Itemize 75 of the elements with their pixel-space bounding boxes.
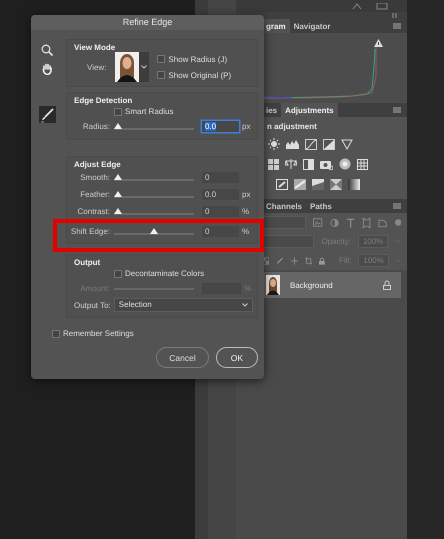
levels-icon[interactable] (286, 139, 299, 149)
remember-settings-checkbox[interactable]: Remember Settings (52, 329, 258, 338)
threshold-icon[interactable] (312, 178, 324, 190)
output-to-label: Output To: (74, 300, 111, 310)
toggle-dot-icon[interactable] (394, 219, 401, 226)
frame-icon[interactable] (376, 2, 388, 10)
slider-thumb[interactable] (114, 174, 122, 180)
panel-tab[interactable]: ies (262, 103, 282, 117)
slider-label: Smooth: (79, 173, 110, 182)
unit-label: px (242, 190, 251, 199)
unit-label: % (242, 207, 250, 216)
panel-tab[interactable]: Channels (262, 199, 306, 213)
value-field[interactable]: 0.0 (202, 189, 239, 200)
menu-icon[interactable] (393, 203, 401, 209)
posterize-icon[interactable] (294, 178, 306, 190)
checkbox-option[interactable]: Show Original (P) (157, 70, 232, 80)
invert-icon[interactable] (276, 178, 288, 190)
crop-icon[interactable] (304, 256, 312, 266)
brightness-icon[interactable] (268, 138, 280, 150)
half-square-icon[interactable] (303, 158, 314, 170)
view-label: View: (87, 62, 106, 72)
move-icon[interactable] (290, 256, 298, 266)
panel-tab[interactable]: Adjustments (281, 103, 338, 117)
lock-icon[interactable] (319, 256, 325, 266)
menu-icon[interactable] (393, 23, 401, 29)
camera-icon[interactable] (320, 158, 333, 170)
brush-tool-icon[interactable] (38, 106, 56, 123)
section-heading: View Mode (74, 43, 116, 52)
dialog-button[interactable]: OK (216, 347, 258, 368)
layer-row[interactable]: Background (262, 272, 401, 298)
slider-thumb[interactable] (114, 208, 122, 214)
view-dropdown[interactable] (115, 52, 150, 82)
checkbox-option[interactable]: Show Radius (J) (157, 54, 232, 64)
filter-dropdown[interactable] (262, 216, 306, 229)
slider-label: Feather: (79, 190, 110, 199)
section-heading: Adjust Edge (74, 160, 122, 169)
section-heading: Edge Detection (74, 96, 134, 105)
value-field[interactable]: 0 (202, 172, 239, 183)
collapse-icon[interactable] (392, 13, 399, 18)
slider-thumb[interactable] (114, 190, 122, 196)
panel-tab[interactable]: Navigator (290, 19, 334, 33)
brush-icon[interactable] (276, 256, 284, 266)
unit-label: % (244, 284, 252, 293)
panel-tab[interactable]: Paths (306, 199, 336, 213)
slider-label: Contrast: (76, 207, 110, 216)
warning-icon[interactable] (374, 39, 383, 47)
value-field[interactable]: 0 (202, 206, 239, 217)
section-heading: Output (74, 258, 102, 267)
blend-mode-dropdown[interactable] (262, 235, 314, 248)
hand-icon[interactable] (42, 63, 52, 75)
grid-icon[interactable] (268, 158, 279, 170)
balance-icon[interactable] (285, 158, 297, 170)
slider-label: Radius: (82, 122, 110, 131)
exposure-icon[interactable] (323, 138, 335, 150)
curves-icon[interactable] (305, 138, 317, 150)
lock-icon[interactable] (383, 280, 391, 290)
output-to-dropdown[interactable]: Selection (114, 298, 253, 312)
unit-label: % (242, 227, 250, 236)
sphere-icon[interactable] (339, 158, 351, 170)
smart-radius-checkbox[interactable]: Smart Radius (74, 107, 253, 116)
gradient-icon[interactable] (348, 178, 360, 190)
zoom-icon[interactable] (41, 44, 53, 56)
triangle-icon[interactable] (341, 138, 353, 150)
slider-thumb[interactable] (150, 228, 158, 234)
dialog-title: Refine Edge (31, 15, 264, 30)
slider-thumb[interactable] (114, 122, 122, 128)
unit-label: px (242, 122, 251, 131)
dialog-button[interactable]: Cancel (156, 347, 209, 368)
tool-icon[interactable] (352, 2, 362, 10)
value-field[interactable]: 0 (202, 226, 239, 237)
selective-color-icon[interactable] (330, 178, 342, 190)
radius-field[interactable]: 0.0 (202, 121, 239, 132)
menu-icon[interactable] (393, 107, 401, 113)
panel-tab[interactable]: gram (262, 19, 290, 33)
decontaminate-checkbox[interactable]: Decontaminate Colors (74, 269, 253, 278)
